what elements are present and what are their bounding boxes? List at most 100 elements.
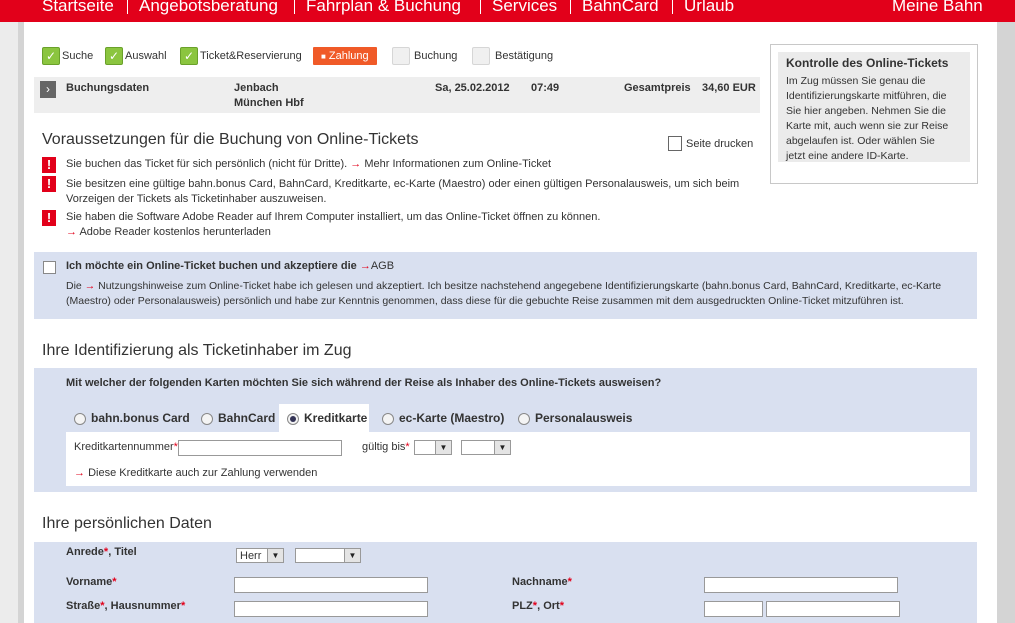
online-ticket-info-link[interactable]: Mehr Informationen zum Online-Ticket xyxy=(364,158,551,170)
step-label: Buchung xyxy=(414,50,458,62)
dropdown-arrow-icon: ▼ xyxy=(267,549,283,562)
arrow-icon: → xyxy=(74,467,85,479)
info-line-2: Identifizierungskarte mitführen, die xyxy=(786,90,947,102)
zip-input[interactable] xyxy=(704,601,763,617)
salutation-title-label: Anrede*, Titel xyxy=(66,546,137,558)
nav-bahncard[interactable]: BahnCard xyxy=(582,0,659,17)
accept-text-pre: Die xyxy=(66,280,82,292)
expand-arrow-icon[interactable]: › xyxy=(40,81,56,98)
required-mark: * xyxy=(112,576,117,588)
radio-bahn-bonus-card[interactable] xyxy=(74,413,86,425)
radio-personalausweis[interactable] xyxy=(518,413,530,425)
option-bahn-bonus-card[interactable]: bahn.bonus Card xyxy=(91,411,190,425)
firstname-input[interactable] xyxy=(234,577,428,593)
nav-startseite[interactable]: Startseite xyxy=(42,0,114,17)
requirement-text: Sie buchen das Ticket für sich persönlic… xyxy=(66,158,348,170)
page-shadow-right xyxy=(997,22,1015,623)
info-line-1: Im Zug müssen Sie genau die xyxy=(786,75,926,87)
warning-icon: ! xyxy=(42,210,56,226)
step-label: Bestätigung xyxy=(495,50,554,62)
option-kreditkarte[interactable]: Kreditkarte xyxy=(304,411,367,425)
radio-ec-karte[interactable] xyxy=(382,413,394,425)
title-label-text: Titel xyxy=(114,546,137,558)
nav-urlaub[interactable]: Urlaub xyxy=(684,0,734,17)
nav-services[interactable]: Services xyxy=(492,0,557,17)
accept-checkbox[interactable] xyxy=(43,261,56,274)
requirement-3-link-row: → Adobe Reader kostenlos herunterladen xyxy=(66,224,271,240)
active-step-square-icon: ■ xyxy=(321,52,326,61)
nav-separator xyxy=(570,0,571,14)
identification-box: Mit welcher der folgenden Karten möchten… xyxy=(34,368,977,492)
radio-kreditkarte[interactable] xyxy=(287,413,299,425)
accept-text-post: zum Online-Ticket habe ich gelesen und a… xyxy=(186,280,942,292)
option-personalausweis[interactable]: Personalausweis xyxy=(535,411,632,425)
arrow-icon: → xyxy=(359,260,371,272)
personal-data-box: Anrede*, Titel Herr ▼ ▼ Vorname* Nachnam… xyxy=(34,542,977,623)
requirement-1: Sie buchen das Ticket für sich persönlic… xyxy=(66,156,551,172)
firstname-label-text: Vorname xyxy=(66,576,113,588)
agb-link[interactable]: AGB xyxy=(371,260,394,272)
printer-icon[interactable] xyxy=(668,136,682,151)
step-label: Auswahl xyxy=(125,50,167,62)
required-mark: * xyxy=(532,600,538,612)
requirement-3: Sie haben die Software Adobe Reader auf … xyxy=(66,211,601,223)
card-number-label-text: Kreditkartennummer xyxy=(74,441,174,453)
usage-notes-link[interactable]: Nutzungshinweise xyxy=(98,280,183,292)
radio-bahncard[interactable] xyxy=(201,413,213,425)
info-box-inner: Kontrolle des Online-Tickets Im Zug müss… xyxy=(778,52,970,162)
option-bahncard[interactable]: BahnCard xyxy=(218,411,275,425)
required-mark: * xyxy=(559,600,564,612)
personal-data-title: Ihre persönlichen Daten xyxy=(42,515,212,532)
nav-separator xyxy=(294,0,295,14)
step-zahlung: ■ Zahlung xyxy=(313,47,377,65)
empty-check-icon: ✓ xyxy=(392,47,410,65)
dropdown-arrow-icon: ▼ xyxy=(344,549,360,562)
credit-card-panel: Kreditkartennummer* gültig bis* ▼ ▼ → Di… xyxy=(66,432,970,486)
step-label: Ticket&Reservierung xyxy=(200,50,302,62)
accept-text-line2: (Maestro) oder Personalausweis) persönli… xyxy=(66,295,904,307)
street-input[interactable] xyxy=(234,601,428,617)
expiry-year-select[interactable]: ▼ xyxy=(461,440,511,455)
city-input[interactable] xyxy=(766,601,900,617)
required-mark: * xyxy=(567,576,572,588)
street-label: Straße*, Hausnummer* xyxy=(66,600,186,612)
nav-angebotsberatung[interactable]: Angebotsberatung xyxy=(139,0,278,17)
accept-label: Ich möchte ein Online-Ticket buchen und … xyxy=(66,260,394,272)
check-icon: ✓ xyxy=(42,47,60,65)
lastname-input[interactable] xyxy=(704,577,898,593)
info-line-4: Karte mit, auch wenn sie zur Reise xyxy=(786,120,949,132)
firstname-label: Vorname* xyxy=(66,576,117,588)
nav-fahrplan-buchung[interactable]: Fahrplan & Buchung xyxy=(306,0,461,17)
step-label: Zahlung xyxy=(328,50,369,62)
adobe-reader-link[interactable]: Adobe Reader kostenlos herunterladen xyxy=(79,226,270,238)
empty-check-icon: ✓ xyxy=(472,47,490,65)
requirement-2-line2: Vorzeigen der Tickets als Ticketinhaber … xyxy=(66,193,327,205)
use-for-payment-link[interactable]: Diese Kreditkarte auch zur Zahlung verwe… xyxy=(88,467,317,479)
check-icon: ✓ xyxy=(180,47,198,65)
card-number-input[interactable] xyxy=(178,440,342,456)
booking-label: Buchungsdaten xyxy=(66,82,150,94)
salutation-label-text: Anrede xyxy=(66,546,104,558)
zip-city-label: PLZ*, Ort* xyxy=(512,600,564,612)
title-select[interactable]: ▼ xyxy=(295,548,361,563)
booking-to: München Hbf xyxy=(234,97,304,109)
nav-separator xyxy=(127,0,128,14)
accept-text-line1: Die → Nutzungshinweise zum Online-Ticket… xyxy=(66,278,941,294)
required-mark: * xyxy=(405,441,410,453)
requirements-title: Voraussetzungen für die Buchung von Onli… xyxy=(42,131,419,148)
option-ec-karte[interactable]: ec-Karte (Maestro) xyxy=(399,411,504,425)
required-mark: * xyxy=(103,546,109,558)
booking-from: Jenbach xyxy=(234,82,279,94)
info-line-6: jetzt eine andere ID-Karte. xyxy=(786,150,909,162)
expiry-month-select[interactable]: ▼ xyxy=(414,440,452,455)
print-page-link[interactable]: Seite drucken xyxy=(686,136,753,152)
nav-separator xyxy=(480,0,481,14)
salutation-select[interactable]: Herr ▼ xyxy=(236,548,284,563)
identification-title: Ihre Identifizierung als Ticketinhaber i… xyxy=(42,342,352,359)
check-icon: ✓ xyxy=(105,47,123,65)
valid-until-label-text: gültig bis xyxy=(362,441,406,453)
identification-question: Mit welcher der folgenden Karten möchten… xyxy=(66,377,662,389)
street-label-text: Straße xyxy=(66,600,101,612)
warning-icon: ! xyxy=(42,176,56,192)
nav-meine-bahn[interactable]: Meine Bahn xyxy=(892,0,983,17)
